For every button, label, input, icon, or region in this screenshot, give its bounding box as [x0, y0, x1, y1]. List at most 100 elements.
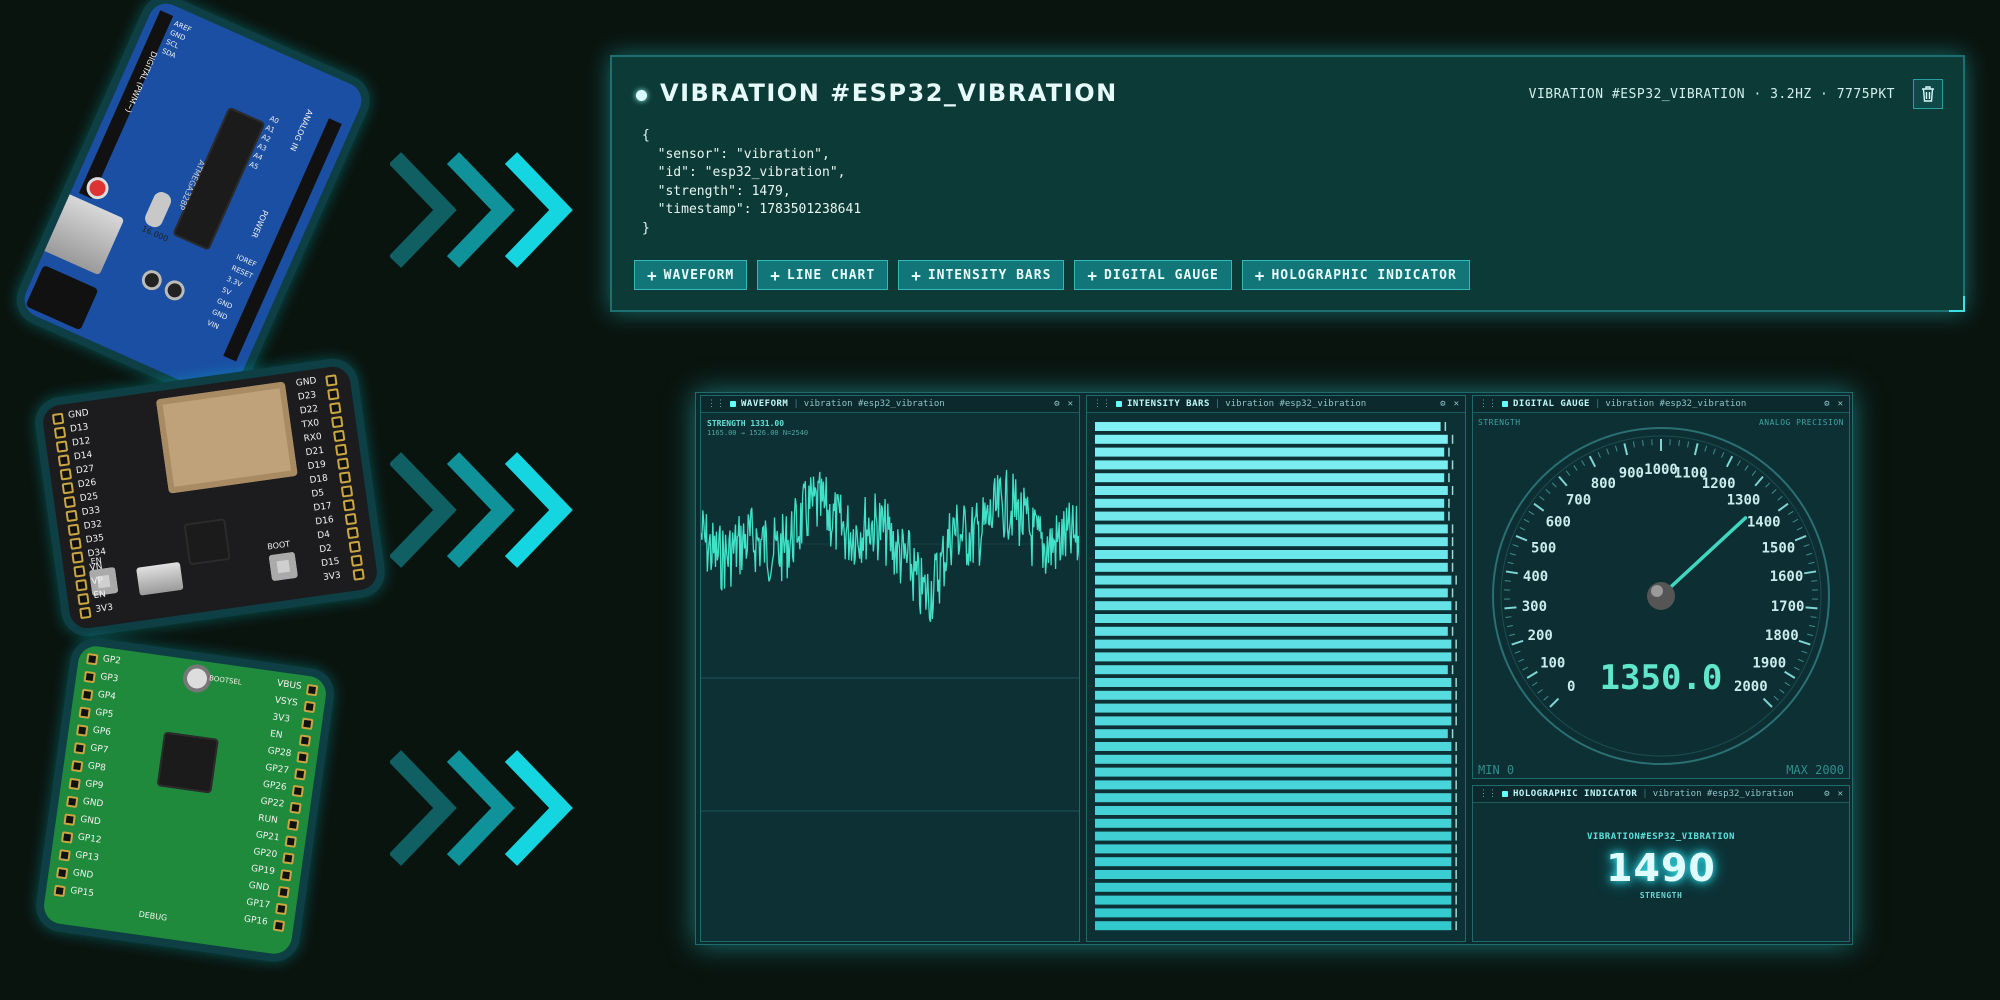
- gauge-tick: [1805, 606, 1818, 610]
- drag-handle-icon[interactable]: ⋮⋮: [1093, 399, 1111, 409]
- widget-source: vibration #esp32_vibration: [1225, 399, 1367, 409]
- gauge-tick: [1504, 606, 1517, 610]
- gear-icon[interactable]: ⚙: [1440, 399, 1445, 409]
- gauge-body: 0 100 200 300 400 500 600 700 800 900 1000 1100 1200…: [1473, 414, 1849, 778]
- pico-label: DEBUG: [138, 909, 168, 923]
- widget-indicator: [1502, 791, 1508, 797]
- close-icon[interactable]: ✕: [1068, 399, 1073, 409]
- pin-label: GP17: [245, 897, 271, 911]
- arrow-group-middle: [388, 450, 590, 574]
- intensity-bar: [1095, 908, 1452, 918]
- gauge-tick-label: 1500: [1761, 540, 1795, 556]
- drag-handle-icon[interactable]: ⋮⋮: [1479, 789, 1497, 799]
- arduino-uno-board: ATMEGA328P 16.000 DIGITAL (PWM~) ANALOG …: [8, 0, 378, 413]
- pin-label: EN: [92, 589, 107, 602]
- close-icon[interactable]: ✕: [1838, 789, 1843, 799]
- header-pin: [298, 734, 312, 747]
- peak-marker: [1451, 537, 1454, 547]
- header-pin: [296, 751, 309, 764]
- rp2040-chip: [156, 731, 219, 794]
- gear-icon[interactable]: ⚙: [1824, 789, 1829, 799]
- pin-label: VBUS: [276, 678, 303, 693]
- gauge-metric-label: STRENGTH: [1478, 418, 1521, 427]
- pin-label: D18: [308, 473, 329, 486]
- pin-label: 3V3: [322, 570, 342, 583]
- add-digital-gauge-button[interactable]: + DIGITAL GAUGE: [1074, 260, 1232, 290]
- uno-label: POWER: [249, 208, 270, 240]
- pin-label: 3V3: [271, 712, 291, 725]
- widget-indicator: [1502, 401, 1508, 407]
- holographic-indicator-widget: ⋮⋮ HOLOGRAPHIC INDICATOR | vibration #es…: [1472, 785, 1850, 942]
- intensity-bar: [1095, 460, 1448, 470]
- pin-label: RUN: [257, 813, 279, 827]
- header-pin: [75, 724, 89, 737]
- header-pin: [332, 429, 346, 443]
- header-pin: [77, 592, 90, 606]
- close-icon[interactable]: ✕: [1454, 399, 1459, 409]
- widget-header[interactable]: ⋮⋮ HOLOGRAPHIC INDICATOR | vibration #es…: [1473, 786, 1849, 803]
- gauge-tick-label: 1300: [1727, 492, 1761, 508]
- intensity-bar: [1095, 550, 1448, 559]
- add-waveform-button[interactable]: + WAVEFORM: [634, 260, 748, 290]
- pin-label: D4: [316, 529, 331, 542]
- header-pin: [344, 512, 358, 526]
- gauge-max-label: MAX 2000: [1786, 763, 1844, 777]
- add-line-chart-button[interactable]: + LINE CHART: [757, 260, 889, 290]
- drag-handle-icon[interactable]: ⋮⋮: [1479, 399, 1497, 409]
- pin-label: GP27: [264, 762, 290, 777]
- close-icon[interactable]: ✕: [1838, 399, 1843, 409]
- intensity-bar: [1095, 754, 1452, 764]
- pin-label: GP13: [74, 850, 100, 864]
- peak-marker: [1451, 550, 1454, 559]
- header-pin: [325, 374, 338, 387]
- digital-gauge-widget: ⋮⋮ DIGITAL GAUGE | vibration #esp32_vibr…: [1472, 395, 1850, 779]
- uno-label: 3.3V: [225, 274, 244, 289]
- add-intensity-bars-button[interactable]: + INTENSITY BARS: [898, 260, 1065, 290]
- pin-label: GP16: [243, 914, 269, 928]
- micro-usb-port: [136, 561, 184, 596]
- intensity-bars-chart: [1095, 422, 1457, 931]
- gauge-tick-label: 800: [1591, 476, 1616, 492]
- pin-label: GP12: [77, 832, 103, 846]
- widget-source: vibration #esp32_vibration: [1652, 789, 1794, 799]
- intensity-bar: [1095, 806, 1452, 815]
- gauge-tick-label: 400: [1523, 569, 1548, 585]
- drag-handle-icon[interactable]: ⋮⋮: [707, 399, 725, 409]
- intensity-bar: [1095, 422, 1441, 431]
- gear-icon[interactable]: ⚙: [1054, 399, 1059, 409]
- pin-label: VN: [89, 561, 104, 574]
- intensity-bar: [1095, 716, 1452, 726]
- gauge-tick-label: 900: [1619, 466, 1644, 482]
- delete-stream-button[interactable]: [1913, 79, 1943, 109]
- intensity-bar: [1095, 588, 1448, 598]
- widget-header[interactable]: ⋮⋮ DIGITAL GAUGE | vibration #esp32_vibr…: [1473, 396, 1849, 413]
- pin-label: D27: [75, 463, 95, 477]
- pin-label: GND: [67, 408, 90, 421]
- header-pin: [73, 742, 86, 755]
- widget-header[interactable]: ⋮⋮ INTENSITY BARS | vibration #esp32_vib…: [1087, 396, 1465, 413]
- intensity-bar: [1095, 473, 1445, 483]
- status-dot: [636, 90, 647, 101]
- add-holographic-indicator-button[interactable]: + HOLOGRAPHIC INDICATOR: [1241, 260, 1470, 290]
- intensity-bar: [1095, 844, 1452, 854]
- gauge-mode-label: ANALOG PRECISION: [1758, 418, 1844, 427]
- pin-label: D33: [81, 505, 101, 518]
- intensity-bar: [1095, 652, 1452, 662]
- holographic-source-label: VIBRATION#ESP32_VIBRATION: [1587, 832, 1735, 842]
- widget-header[interactable]: ⋮⋮ WAVEFORM | vibration #esp32_vibration…: [701, 396, 1079, 413]
- widget-title: WAVEFORM: [741, 399, 789, 409]
- peak-marker: [1451, 626, 1454, 636]
- gauge-tick-label: 300: [1522, 599, 1547, 615]
- pin-label: GP4: [97, 689, 117, 703]
- gear-icon[interactable]: ⚙: [1824, 399, 1829, 409]
- header-pin: [55, 866, 69, 880]
- peak-marker: [1455, 601, 1457, 611]
- header-pin: [282, 852, 295, 865]
- peak-marker: [1451, 562, 1454, 572]
- pico-board: BOOTSEL DEBUG GP2 GP3 GP4 GP5 GP6 GP7 GP8 GP9 GN…: [32, 634, 338, 966]
- stream-meta: VIBRATION #ESP32_VIBRATION · 3.2HZ · 777…: [1528, 87, 1895, 102]
- gauge-tick-label: 0: [1567, 679, 1575, 695]
- capacitor: [161, 277, 188, 304]
- crystal: [142, 189, 174, 230]
- peak-marker: [1448, 447, 1450, 457]
